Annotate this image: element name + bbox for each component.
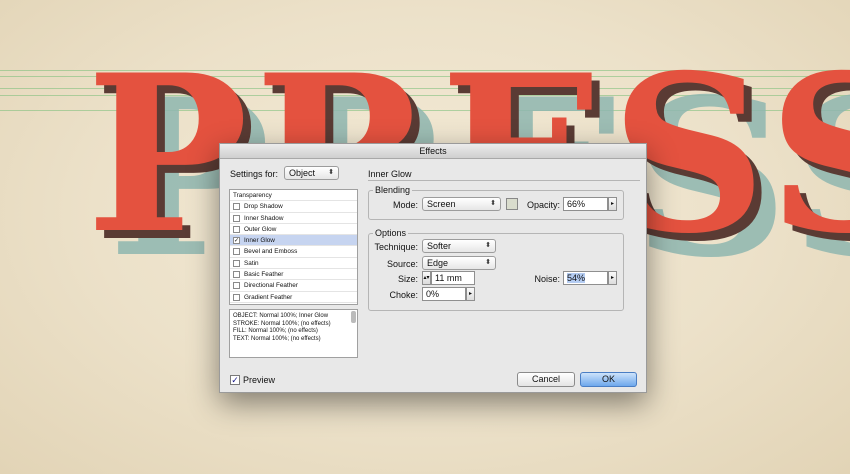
effect-item-basic-feather[interactable]: Basic Feather bbox=[230, 269, 357, 281]
effects-list-header[interactable]: Transparency bbox=[230, 190, 357, 202]
effect-label: Directional Feather bbox=[244, 282, 298, 290]
effect-item-inner-shadow[interactable]: Inner Shadow bbox=[230, 213, 357, 224]
summary-scrollbar[interactable] bbox=[351, 311, 356, 323]
choke-field[interactable]: 0% bbox=[422, 287, 466, 301]
popup-arrows-icon: ⬍ bbox=[485, 259, 491, 266]
effects-summary: OBJECT: Normal 100%; Inner Glow STROKE: … bbox=[229, 309, 358, 358]
technique-label: Technique: bbox=[374, 242, 418, 252]
effects-list: Transparency Drop Shadow Inner Shadow Ou… bbox=[229, 189, 358, 305]
effect-item-satin[interactable]: Satin bbox=[230, 258, 357, 270]
effect-label: Inner Glow bbox=[244, 237, 275, 245]
size-stepper-icon[interactable]: ▴▾ bbox=[422, 271, 431, 285]
effect-label: Drop Shadow bbox=[244, 203, 283, 211]
effect-checkbox[interactable] bbox=[233, 293, 240, 301]
effect-item-bevel-emboss[interactable]: Bevel and Emboss bbox=[230, 246, 357, 258]
effect-item-outer-glow[interactable]: Outer Glow bbox=[230, 224, 357, 236]
popup-arrows-icon: ⬍ bbox=[485, 242, 491, 249]
mode-value: Screen bbox=[427, 199, 456, 209]
source-select[interactable]: Edge ⬍ bbox=[422, 256, 496, 270]
blending-title: Blending bbox=[373, 185, 413, 195]
mode-select[interactable]: Screen ⬍ bbox=[422, 197, 501, 211]
effects-dialog: Effects Settings for: Object ⬍ Transpare… bbox=[219, 143, 647, 393]
effect-item-inner-glow[interactable]: ✓ Inner Glow bbox=[230, 235, 357, 247]
effect-checkbox[interactable] bbox=[233, 203, 240, 211]
glow-color-swatch[interactable] bbox=[506, 198, 518, 210]
popup-arrows-icon: ⬍ bbox=[490, 200, 496, 207]
choke-label: Choke: bbox=[389, 290, 418, 300]
choke-arrow-icon[interactable]: ▸ bbox=[466, 287, 475, 301]
summary-line: OBJECT: Normal 100%; Inner Glow bbox=[233, 313, 329, 319]
summary-line: TEXT: Normal 100%; (no effects) bbox=[233, 335, 321, 342]
dialog-title: Effects bbox=[220, 144, 646, 159]
noise-value: 54% bbox=[567, 273, 586, 283]
effect-checkbox[interactable]: ✓ bbox=[233, 237, 240, 245]
opacity-label: Opacity: bbox=[526, 200, 560, 210]
source-label: Source: bbox=[386, 259, 418, 269]
source-value: Edge bbox=[427, 258, 449, 268]
popup-arrows-icon: ⬍ bbox=[328, 169, 334, 176]
effect-checkbox[interactable] bbox=[233, 225, 240, 233]
effect-checkbox[interactable] bbox=[233, 248, 240, 256]
transparency-label: Transparency bbox=[233, 192, 272, 199]
effect-label: Satin bbox=[244, 259, 259, 267]
noise-field[interactable]: 54% bbox=[563, 271, 608, 285]
opacity-field[interactable]: 66% bbox=[563, 197, 608, 211]
effect-item-directional-feather[interactable]: Directional Feather bbox=[230, 280, 357, 292]
preview-label: Preview bbox=[243, 375, 276, 385]
cancel-button[interactable]: Cancel bbox=[517, 372, 575, 387]
settings-for-label: Settings for: bbox=[230, 169, 279, 179]
effect-checkbox[interactable] bbox=[233, 282, 240, 290]
summary-line: STROKE: Normal 100%; (no effects) bbox=[233, 320, 331, 327]
noise-arrow-icon[interactable]: ▸ bbox=[608, 271, 617, 285]
preview-checkbox[interactable]: ✓ bbox=[230, 375, 240, 385]
settings-for-value: Object bbox=[289, 168, 316, 178]
effect-checkbox[interactable] bbox=[233, 214, 240, 222]
effect-label: Inner Shadow bbox=[244, 214, 284, 222]
ok-button[interactable]: OK bbox=[580, 372, 637, 387]
size-field[interactable]: 11 mm bbox=[431, 271, 475, 285]
mode-label: Mode: bbox=[392, 200, 418, 210]
effect-label: Outer Glow bbox=[244, 225, 277, 233]
options-title: Options bbox=[373, 228, 409, 238]
effect-item-drop-shadow[interactable]: Drop Shadow bbox=[230, 201, 357, 213]
summary-line: FILL: Normal 100%; (no effects) bbox=[233, 328, 318, 334]
noise-label: Noise: bbox=[534, 274, 560, 284]
effect-item-gradient-feather[interactable]: Gradient Feather bbox=[230, 292, 357, 303]
settings-for-select[interactable]: Object ⬍ bbox=[284, 166, 339, 180]
effect-label: Basic Feather bbox=[244, 271, 284, 279]
technique-select[interactable]: Softer ⬍ bbox=[422, 239, 496, 253]
technique-value: Softer bbox=[427, 241, 452, 251]
section-divider bbox=[368, 180, 640, 181]
opacity-arrow-icon[interactable]: ▸ bbox=[608, 197, 617, 211]
effect-label: Gradient Feather bbox=[244, 293, 293, 301]
section-title: Inner Glow bbox=[368, 169, 412, 179]
size-label: Size: bbox=[397, 274, 418, 284]
effect-checkbox[interactable] bbox=[233, 259, 240, 267]
effect-checkbox[interactable] bbox=[233, 271, 240, 279]
effect-label: Bevel and Emboss bbox=[244, 248, 298, 256]
